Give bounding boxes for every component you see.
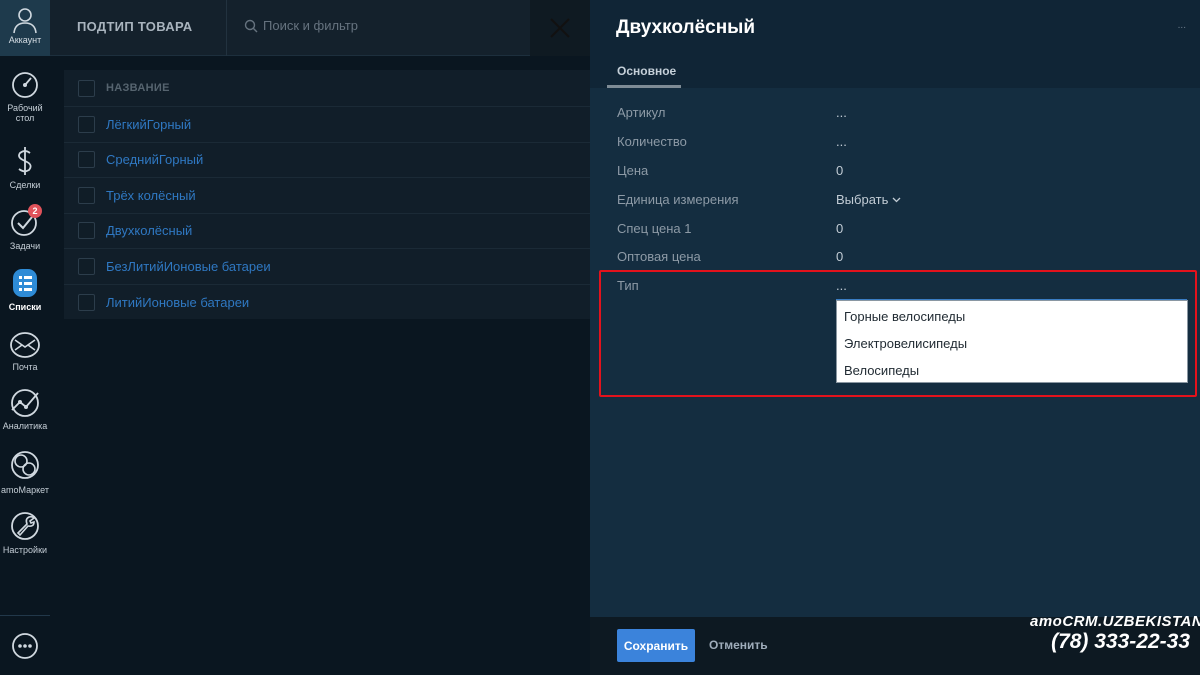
list-item-name[interactable]: ЛёгкийГорный [106,117,191,132]
row-checkbox[interactable] [78,186,95,204]
panel-header: Двухколёсный ... Основное [590,0,1200,88]
list-item[interactable]: ЛёгкийГорный [64,107,590,143]
row-checkbox[interactable] [78,222,95,240]
more-menu-button[interactable]: ... [1178,20,1186,31]
field-value[interactable]: ... [836,105,847,120]
dollar-icon [18,147,32,175]
nav-label: Сделки [9,180,41,190]
nav-label: Почта [12,362,38,372]
user-icon [13,8,37,34]
list-item[interactable]: Трёх колёсный [64,178,590,214]
account-button[interactable]: Аккаунт [0,0,50,56]
unit-select-value: Выбрать [836,192,889,207]
unit-select[interactable]: Выбрать [836,192,901,207]
nav-item-analytics[interactable]: Аналитика [0,388,50,431]
save-button[interactable]: Сохранить [617,629,695,662]
column-header-name: НАЗВАНИЕ [106,82,170,94]
brand-name: amoCRM.UZBEKISTAN [1030,613,1200,630]
field-label: Оптовая цена [617,249,701,264]
list-item-name[interactable]: Двухколёсный [106,223,192,238]
field-label: Цена [617,163,649,178]
row-checkbox[interactable] [78,293,95,311]
field-price: Цена 0 [617,163,1197,183]
field-label: Единица измерения [617,192,739,207]
type-input[interactable]: ... [836,278,1187,300]
nav-label: Рабочий стол [7,103,43,123]
select-all-checkbox[interactable] [78,79,95,97]
list-item[interactable]: БезЛитийИоновые батареи [64,249,590,285]
nav-item-lists[interactable]: Списки [0,267,50,312]
dropdown-option[interactable]: Горные велосипеды [837,303,1187,330]
search-icon [244,19,258,32]
tab-main[interactable]: Основное [617,64,676,78]
dropdown-option[interactable]: Электровелисипеды [837,330,1187,357]
list-item-name[interactable]: БезЛитийИоновые батареи [106,259,271,274]
field-value[interactable]: ... [836,134,847,149]
cancel-button[interactable]: Отменить [709,638,768,652]
account-label: Аккаунт [8,35,42,45]
field-label: Спец цена 1 [617,221,692,236]
nav-label: Аналитика [2,421,48,431]
list-item[interactable]: Двухколёсный [64,214,590,249]
list-topbar: ПОДТИП ТОВАРА Поиск и фильтр [50,0,590,56]
lists-icon [13,269,37,297]
mail-icon [10,332,40,358]
row-checkbox[interactable] [78,115,95,133]
row-checkbox[interactable] [78,257,95,275]
nav-label: Списки [8,302,42,312]
left-nav: Аккаунт Рабочий стол Сделки 2 Задачи Спи… [0,0,50,675]
field-quantity: Количество ... [617,134,1197,154]
brand-watermark: amoCRM.UZBEKISTAN (78) 333-22-33 [1030,613,1200,654]
field-value[interactable]: 0 [836,249,843,264]
nav-divider [0,615,50,616]
nav-item-settings[interactable]: Настройки [0,510,50,555]
list-item-name[interactable]: Трёх колёсный [106,188,196,203]
brand-phone: (78) 333-22-33 [1051,630,1190,653]
tasks-badge: 2 [28,204,42,218]
dashboard-icon [12,72,38,98]
list-header: НАЗВАНИЕ [64,70,590,107]
search-input[interactable]: Поиск и фильтр [244,18,358,33]
market-icon [11,451,39,479]
field-unit: Единица измерения Выбрать [617,192,1197,212]
nav-item-mail[interactable]: Почта [0,331,50,372]
analytics-icon [11,389,39,417]
nav-item-tasks[interactable]: 2 Задачи [0,204,50,251]
close-icon [550,18,570,38]
search-placeholder: Поиск и фильтр [263,18,358,33]
list-item-name[interactable]: ЛитийИоновые батареи [106,295,249,310]
field-special-price: Спец цена 1 0 [617,221,1197,241]
nav-item-dashboard[interactable]: Рабочий стол [0,70,50,123]
field-value[interactable]: 0 [836,163,843,178]
field-value[interactable]: 0 [836,221,843,236]
list-item-name[interactable]: СреднийГорный [106,152,203,167]
item-title: Двухколёсный [616,17,756,38]
row-checkbox[interactable] [78,151,95,169]
chevron-down-icon [892,197,901,202]
list-item[interactable]: СреднийГорный [64,143,590,178]
field-sku: Артикул ... [617,105,1197,125]
list-item[interactable]: ЛитийИоновые батареи [64,285,590,321]
chat-icon [12,633,38,659]
tab-underline [607,85,681,88]
field-label: Количество [617,134,687,149]
page-title: ПОДТИП ТОВАРА [77,19,193,34]
nav-item-market[interactable]: amoМаркет [0,448,50,495]
field-label: Артикул [617,105,666,120]
nav-label: Задачи [9,241,41,251]
type-dropdown: Горные велосипеды Электровелисипеды Вело… [836,300,1188,383]
dropdown-option[interactable]: Велосипеды [837,357,1187,384]
nav-label: Настройки [2,545,48,555]
close-button[interactable] [530,0,590,56]
nav-label: amoМаркет [1,485,49,495]
topbar-divider [226,0,227,56]
product-subtype-list: НАЗВАНИЕ ЛёгкийГорный СреднийГорный Трёх… [64,70,590,319]
nav-item-deals[interactable]: Сделки [0,145,50,190]
field-wholesale-price: Оптовая цена 0 [617,249,1197,269]
chat-button[interactable] [0,631,50,661]
wrench-icon [11,512,39,540]
